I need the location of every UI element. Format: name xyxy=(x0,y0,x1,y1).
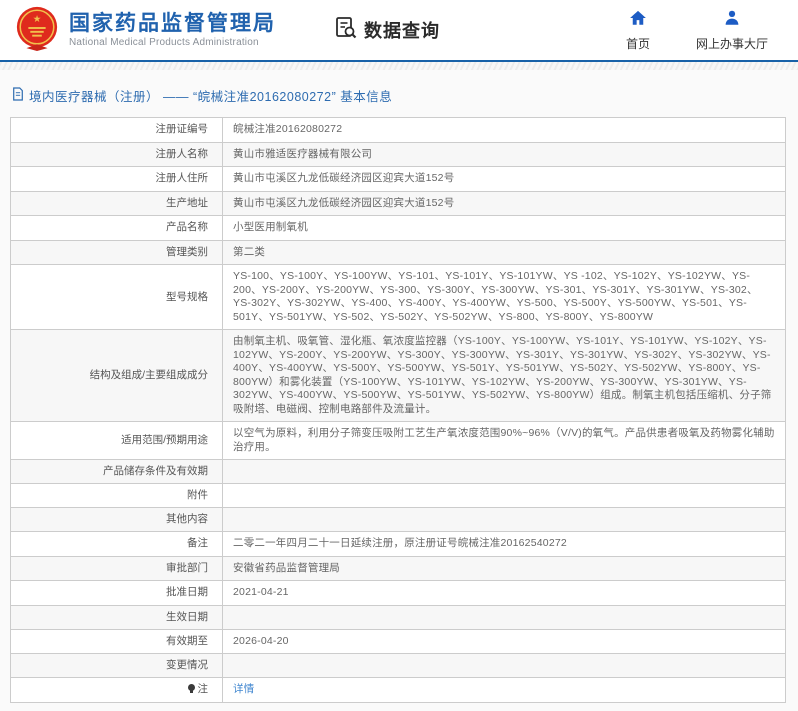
org-name-en: National Medical Products Administration xyxy=(69,37,276,48)
row-value xyxy=(223,460,786,484)
nav-home[interactable]: 首页 xyxy=(626,9,650,52)
main-content: 境内医疗器械（注册） —— “皖械注准20162080272” 基本信息 注册证… xyxy=(0,70,798,711)
row-label: 注册证编号 xyxy=(11,118,223,143)
row-value: 皖械注准20162080272 xyxy=(223,118,786,143)
table-row: 批准日期2021-04-21 xyxy=(11,581,786,606)
row-value xyxy=(223,484,786,508)
nav-hall-label: 网上办事大厅 xyxy=(696,35,768,52)
row-label: 注册人住所 xyxy=(11,167,223,192)
table-row: 型号规格YS-100、YS-100Y、YS-100YW、YS-101、YS-10… xyxy=(11,265,786,330)
row-value: 黄山市雅适医疗器械有限公司 xyxy=(223,142,786,167)
table-row: 管理类别第二类 xyxy=(11,240,786,265)
row-value: 黄山市屯溪区九龙低碳经济园区迎宾大道152号 xyxy=(223,191,786,216)
home-icon xyxy=(629,9,647,32)
table-row: 审批部门安徽省药品监督管理局 xyxy=(11,556,786,581)
row-label: 管理类别 xyxy=(11,240,223,265)
person-icon xyxy=(723,9,741,32)
breadcrumb: 境内医疗器械（注册） —— “皖械注准20162080272” 基本信息 xyxy=(12,86,786,105)
row-label: 生产地址 xyxy=(11,191,223,216)
row-value: 以空气为原料，利用分子筛变压吸附工艺生产氧浓度范围90%~96%（V/V)的氧气… xyxy=(223,422,786,460)
row-value xyxy=(223,605,786,629)
row-label: 审批部门 xyxy=(11,556,223,581)
row-value: 详情 xyxy=(223,678,786,703)
table-row: 生效日期 xyxy=(11,605,786,629)
org-name: 国家药品监督管理局 xyxy=(69,12,276,36)
detail-link[interactable]: 详情 xyxy=(233,683,254,695)
row-label: 结构及组成/主要组成成分 xyxy=(11,330,223,422)
national-emblem-icon: ★ xyxy=(14,5,60,56)
row-label: 注 xyxy=(11,678,223,703)
decor-strip xyxy=(0,62,798,70)
document-search-icon xyxy=(334,16,358,45)
table-row: 产品储存条件及有效期 xyxy=(11,460,786,484)
row-value: 第二类 xyxy=(223,240,786,265)
table-row: 适用范围/预期用途以空气为原料，利用分子筛变压吸附工艺生产氧浓度范围90%~96… xyxy=(11,422,786,460)
table-row: 注册证编号皖械注准20162080272 xyxy=(11,118,786,143)
table-row: 备注二零二一年四月二十一日延续注册，原注册证号皖械注准20162540272 xyxy=(11,532,786,557)
table-row: 变更情况 xyxy=(11,654,786,678)
row-label: 附件 xyxy=(11,484,223,508)
table-row: 生产地址黄山市屯溪区九龙低碳经济园区迎宾大道152号 xyxy=(11,191,786,216)
row-label: 注册人名称 xyxy=(11,142,223,167)
row-label: 适用范围/预期用途 xyxy=(11,422,223,460)
header-nav: 首页 网上办事大厅 xyxy=(626,9,768,52)
data-query-section[interactable]: 数据查询 xyxy=(334,16,440,45)
table-row: 产品名称小型医用制氧机 xyxy=(11,216,786,241)
site-logo: ★ 国家药品监督管理局 National Medical Products Ad… xyxy=(14,5,276,56)
row-value: 由制氧主机、吸氧管、湿化瓶、氧浓度监控器（YS-100Y、YS-100YW、YS… xyxy=(223,330,786,422)
row-value: 黄山市屯溪区九龙低碳经济园区迎宾大道152号 xyxy=(223,167,786,192)
row-label: 产品名称 xyxy=(11,216,223,241)
table-row: 注册人名称黄山市雅适医疗器械有限公司 xyxy=(11,142,786,167)
row-value: 小型医用制氧机 xyxy=(223,216,786,241)
page-file-icon xyxy=(12,87,24,104)
table-row: 注册人住所黄山市屯溪区九龙低碳经济园区迎宾大道152号 xyxy=(11,167,786,192)
data-query-title: 数据查询 xyxy=(364,17,440,43)
row-value: 安徽省药品监督管理局 xyxy=(223,556,786,581)
info-table-body: 注册证编号皖械注准20162080272注册人名称黄山市雅适医疗器械有限公司注册… xyxy=(11,118,786,703)
row-label: 变更情况 xyxy=(11,654,223,678)
row-value: 2026-04-20 xyxy=(223,629,786,654)
row-value: 2021-04-21 xyxy=(223,581,786,606)
row-value: 二零二一年四月二十一日延续注册，原注册证号皖械注准20162540272 xyxy=(223,532,786,557)
row-label: 备注 xyxy=(11,532,223,557)
page-header: ★ 国家药品监督管理局 National Medical Products Ad… xyxy=(0,0,798,62)
info-table: 注册证编号皖械注准20162080272注册人名称黄山市雅适医疗器械有限公司注册… xyxy=(10,117,786,703)
row-value: YS-100、YS-100Y、YS-100YW、YS-101、YS-101Y、Y… xyxy=(223,265,786,330)
row-value xyxy=(223,508,786,532)
nav-online-service-hall[interactable]: 网上办事大厅 xyxy=(696,9,768,52)
row-label: 批准日期 xyxy=(11,581,223,606)
row-label: 其他内容 xyxy=(11,508,223,532)
table-row: 有效期至2026-04-20 xyxy=(11,629,786,654)
note-icon xyxy=(188,684,195,691)
nav-home-label: 首页 xyxy=(626,35,650,52)
row-label: 产品储存条件及有效期 xyxy=(11,460,223,484)
row-label: 生效日期 xyxy=(11,605,223,629)
svg-text:★: ★ xyxy=(33,14,42,25)
table-row: 其他内容 xyxy=(11,508,786,532)
table-row: 结构及组成/主要组成成分由制氧主机、吸氧管、湿化瓶、氧浓度监控器（YS-100Y… xyxy=(11,330,786,422)
table-row: 注详情 xyxy=(11,678,786,703)
row-label: 型号规格 xyxy=(11,265,223,330)
table-row: 附件 xyxy=(11,484,786,508)
row-value xyxy=(223,654,786,678)
breadcrumb-text: 境内医疗器械（注册） —— “皖械注准20162080272” 基本信息 xyxy=(29,86,392,105)
row-label: 有效期至 xyxy=(11,629,223,654)
